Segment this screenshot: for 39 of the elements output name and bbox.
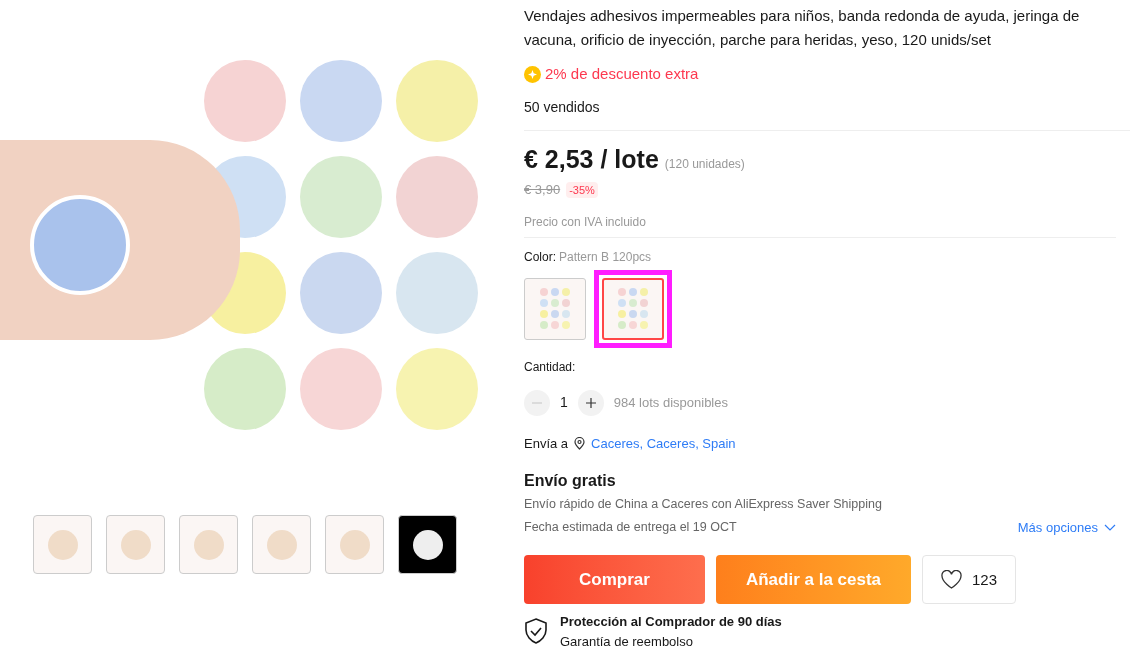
color-value: Pattern B 120pcs: [559, 248, 652, 266]
product-thumbnail[interactable]: [398, 515, 457, 574]
protection-subtitle: Garantía de reembolso: [560, 632, 694, 651]
increase-button[interactable]: [577, 389, 604, 416]
color-option[interactable]: [602, 277, 664, 340]
wishlist-button[interactable]: 123: [922, 555, 1016, 605]
product-thumbnail[interactable]: [106, 515, 165, 574]
delivery-date: Fecha estimada de entrega el 19 OCT: [524, 519, 737, 537]
tax-note: Precio con IVA incluido: [524, 213, 646, 231]
units-text: (120 unidades): [664, 155, 745, 173]
extra-discount-text: 2% de descuento extra: [545, 64, 699, 84]
stock-text: 984 lots disponibles: [613, 393, 728, 412]
buy-button[interactable]: Comprar: [524, 555, 705, 605]
product-thumbnail[interactable]: [252, 515, 311, 574]
shipping-details: Envío rápido de China a Caceres con AliExpress Saver Shipping: [524, 496, 882, 513]
add-to-cart-button[interactable]: Añadir a la cesta: [716, 555, 911, 605]
product-thumbnail[interactable]: [325, 515, 384, 574]
price: € 2,53 / lote: [524, 143, 659, 175]
more-options-link[interactable]: Más opciones: [1017, 517, 1116, 538]
product-thumbnail[interactable]: [33, 515, 92, 574]
shield-check-icon: [524, 618, 548, 645]
sold-count: 50 vendidos: [524, 96, 600, 131]
color-option[interactable]: [524, 277, 586, 340]
product-title: Vendajes adhesivos impermeables para niños, banda redonda de ayuda, jeringa de vacuna, orificio de inyección, parche para heridas, yeso, 120 unids/set: [524, 6, 1081, 50]
old-price: € 3,90: [524, 181, 561, 199]
quantity-label: Cantidad:: [524, 358, 576, 376]
location-link[interactable]: Caceres, Caceres, Spain: [591, 433, 736, 453]
plus-icon: [585, 397, 596, 408]
location-pin-icon: [574, 436, 586, 450]
heart-icon: [941, 570, 962, 590]
discount-badge: -35%: [566, 181, 598, 198]
protection-title: Protección al Comprador de 90 días: [560, 613, 782, 632]
product-thumbnail[interactable]: [179, 515, 238, 574]
ship-to-label: Envía a: [524, 434, 569, 453]
coin-icon: [524, 65, 541, 83]
chevron-down-icon: [1104, 523, 1116, 532]
shipping-title: Envío gratis: [524, 471, 616, 491]
color-label: Color:: [524, 248, 556, 266]
quantity-value: 1: [560, 393, 568, 412]
